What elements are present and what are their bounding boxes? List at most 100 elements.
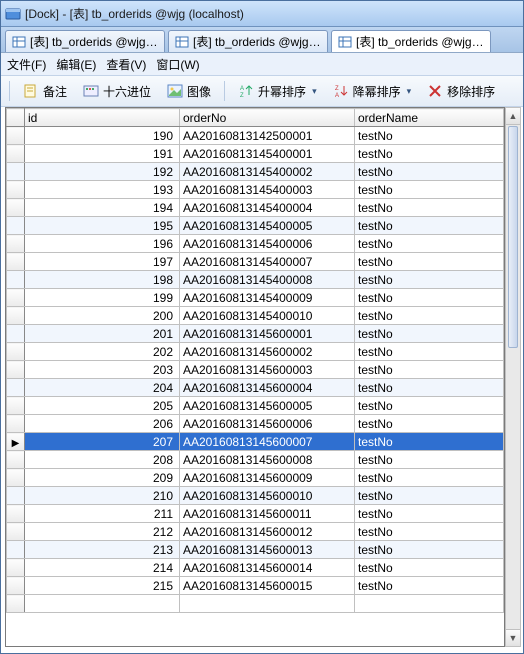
row-header[interactable] [7, 415, 25, 433]
table-row[interactable]: 190AA20160813142500001testNo [7, 127, 504, 145]
cell-id[interactable]: 215 [25, 577, 180, 595]
row-header[interactable] [7, 595, 25, 613]
cell-ordername[interactable]: testNo [355, 181, 504, 199]
cell-ordername[interactable]: testNo [355, 469, 504, 487]
row-header[interactable] [7, 235, 25, 253]
cell-id[interactable]: 203 [25, 361, 180, 379]
cell-orderno[interactable]: AA20160813145400002 [180, 163, 355, 181]
cell-ordername[interactable]: testNo [355, 343, 504, 361]
cell-orderno[interactable]: AA20160813145600010 [180, 487, 355, 505]
table-row[interactable]: 214AA20160813145600014testNo [7, 559, 504, 577]
row-header[interactable] [7, 541, 25, 559]
cell-ordername[interactable] [355, 595, 504, 613]
cell-orderno[interactable]: AA20160813145600005 [180, 397, 355, 415]
image-button[interactable]: 图像 [160, 78, 218, 104]
row-header[interactable] [7, 451, 25, 469]
table-row[interactable]: 209AA20160813145600009testNo [7, 469, 504, 487]
title-bar[interactable]: [Dock] - [表] tb_orderids @wjg (localhost… [1, 1, 523, 27]
row-header[interactable] [7, 145, 25, 163]
row-header[interactable] [7, 127, 25, 145]
sort-asc-button[interactable]: AZ 升幂排序 ▾ [231, 78, 324, 104]
cell-id[interactable]: 190 [25, 127, 180, 145]
row-header[interactable] [7, 397, 25, 415]
tab-1[interactable]: [表] tb_orderids @wjg (lo... [168, 30, 328, 52]
table-row[interactable]: 211AA20160813145600011testNo [7, 505, 504, 523]
col-header-id[interactable]: id [25, 109, 180, 127]
scroll-thumb[interactable] [508, 126, 518, 348]
row-header[interactable] [7, 289, 25, 307]
cell-ordername[interactable]: testNo [355, 487, 504, 505]
cell-id[interactable]: 212 [25, 523, 180, 541]
scroll-down-button[interactable]: ▼ [506, 629, 520, 646]
cell-id[interactable]: 196 [25, 235, 180, 253]
table-row[interactable]: 207AA20160813145600007testNo [7, 433, 504, 451]
row-header[interactable] [7, 469, 25, 487]
cell-orderno[interactable]: AA20160813145400006 [180, 235, 355, 253]
cell-orderno[interactable]: AA20160813145400004 [180, 199, 355, 217]
cell-ordername[interactable]: testNo [355, 289, 504, 307]
row-header[interactable] [7, 577, 25, 595]
cell-ordername[interactable]: testNo [355, 199, 504, 217]
cell-id[interactable]: 214 [25, 559, 180, 577]
col-header-ordername[interactable]: orderName [355, 109, 504, 127]
menu-edit[interactable]: 编辑(E) [56, 56, 96, 73]
cell-orderno[interactable]: AA20160813145600001 [180, 325, 355, 343]
cell-id[interactable]: 204 [25, 379, 180, 397]
cell-id[interactable]: 208 [25, 451, 180, 469]
cell-orderno[interactable]: AA20160813145400007 [180, 253, 355, 271]
table-row[interactable]: 192AA20160813145400002testNo [7, 163, 504, 181]
cell-ordername[interactable]: testNo [355, 523, 504, 541]
col-header-orderno[interactable]: orderNo [180, 109, 355, 127]
cell-id[interactable]: 209 [25, 469, 180, 487]
row-header[interactable] [7, 199, 25, 217]
table-row[interactable]: 204AA20160813145600004testNo [7, 379, 504, 397]
table-row[interactable]: 201AA20160813145600001testNo [7, 325, 504, 343]
row-header[interactable] [7, 217, 25, 235]
cell-ordername[interactable]: testNo [355, 577, 504, 595]
cell-ordername[interactable]: testNo [355, 451, 504, 469]
cell-ordername[interactable]: testNo [355, 217, 504, 235]
cell-id[interactable]: 193 [25, 181, 180, 199]
tab-2[interactable]: [表] tb_orderids @wjg (lo... [331, 30, 491, 52]
cell-ordername[interactable]: testNo [355, 145, 504, 163]
note-button[interactable]: 备注 [16, 78, 74, 104]
cell-id[interactable] [25, 595, 180, 613]
row-header-corner[interactable] [7, 109, 25, 127]
cell-orderno[interactable]: AA20160813145600004 [180, 379, 355, 397]
row-header[interactable] [7, 271, 25, 289]
cell-id[interactable]: 198 [25, 271, 180, 289]
row-header[interactable] [7, 325, 25, 343]
cell-id[interactable]: 199 [25, 289, 180, 307]
sort-desc-button[interactable]: ZA 降幂排序 ▾ [326, 78, 419, 104]
hex-button[interactable]: 十六进位 [76, 78, 158, 104]
cell-ordername[interactable]: testNo [355, 559, 504, 577]
cell-orderno[interactable]: AA20160813145600013 [180, 541, 355, 559]
cell-id[interactable]: 207 [25, 433, 180, 451]
cell-orderno[interactable]: AA20160813145400009 [180, 289, 355, 307]
cell-id[interactable]: 211 [25, 505, 180, 523]
cell-ordername[interactable]: testNo [355, 271, 504, 289]
cell-ordername[interactable]: testNo [355, 361, 504, 379]
table-row[interactable]: 210AA20160813145600010testNo [7, 487, 504, 505]
menu-view[interactable]: 查看(V) [106, 56, 146, 73]
cell-orderno[interactable]: AA20160813145600011 [180, 505, 355, 523]
scroll-up-button[interactable]: ▲ [506, 108, 520, 125]
cell-ordername[interactable]: testNo [355, 325, 504, 343]
cell-id[interactable]: 210 [25, 487, 180, 505]
table-row[interactable]: 206AA20160813145600006testNo [7, 415, 504, 433]
table-row[interactable]: 196AA20160813145400006testNo [7, 235, 504, 253]
cell-ordername[interactable]: testNo [355, 235, 504, 253]
row-header[interactable] [7, 253, 25, 271]
cell-id[interactable]: 205 [25, 397, 180, 415]
cell-ordername[interactable]: testNo [355, 415, 504, 433]
table-row[interactable]: 215AA20160813145600015testNo [7, 577, 504, 595]
row-header[interactable] [7, 487, 25, 505]
cell-orderno[interactable]: AA20160813145600012 [180, 523, 355, 541]
cell-orderno[interactable]: AA20160813145600015 [180, 577, 355, 595]
tab-0[interactable]: [表] tb_orderids @wjg (lo... [5, 30, 165, 52]
table-row[interactable]: 208AA20160813145600008testNo [7, 451, 504, 469]
cell-ordername[interactable]: testNo [355, 505, 504, 523]
cell-orderno[interactable]: AA20160813145600008 [180, 451, 355, 469]
table-row-empty[interactable] [7, 595, 504, 613]
row-header[interactable] [7, 505, 25, 523]
